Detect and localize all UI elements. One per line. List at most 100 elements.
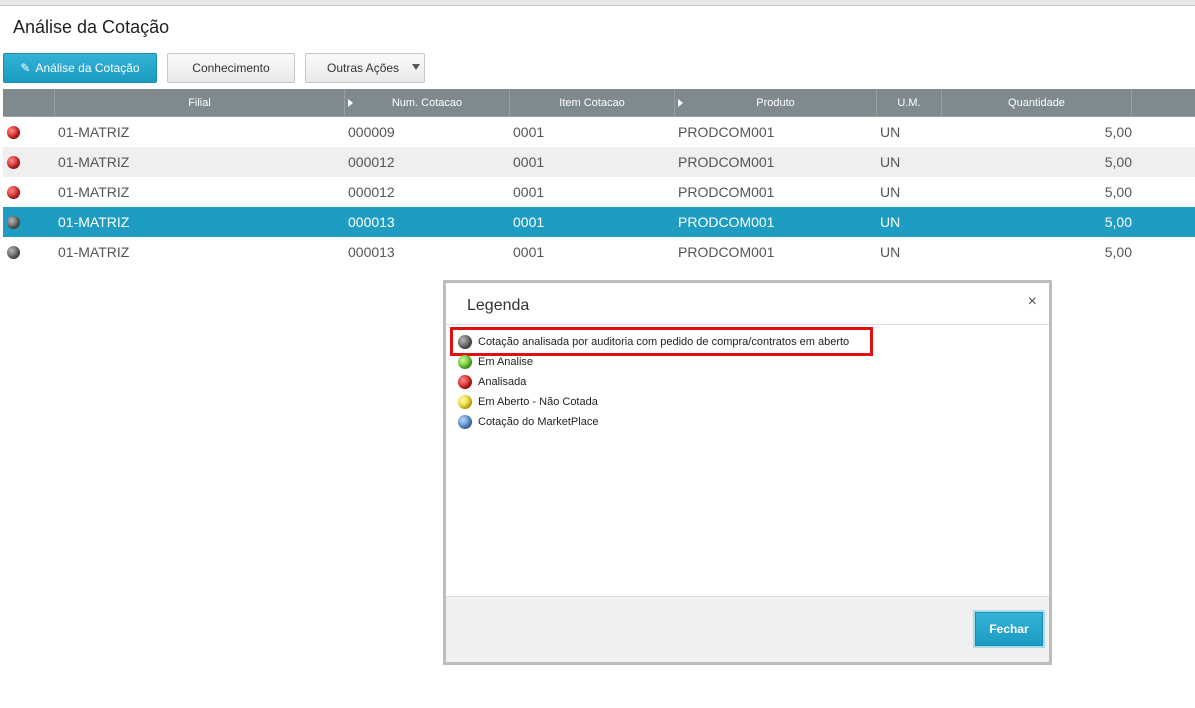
column-header-extra[interactable] [1132,89,1195,117]
red-status-icon [7,185,20,199]
status-cell [3,237,55,267]
filial-cell: 01-MATRIZ [58,184,130,200]
pencil-icon: ✎ [20,61,31,75]
legend-item-label: Em Analise [478,356,534,368]
outras-acoes-label: Outras Ações [327,61,400,75]
um-cell: UN [880,154,901,170]
item-cotacao-cell: 0001 [513,184,545,200]
produto-cell: PRODCOM001 [678,214,775,230]
legend-item-label: Cotação do MarketPlace [478,416,599,428]
um-cell: UN [880,184,901,200]
fechar-button[interactable]: Fechar [975,612,1043,646]
um-cell: UN [880,124,901,140]
caret-down-icon [412,64,420,70]
item-cotacao-cell: 0001 [513,124,545,140]
column-header-produto-label: Produto [756,97,795,109]
produto-cell: PRODCOM001 [678,184,775,200]
column-header-um[interactable]: U.M. [877,89,942,117]
blue-status-icon [458,415,472,429]
column-header-filial-label: Filial [188,97,211,109]
grid-body: 01-MATRIZ 000009 0001 PRODCOM001 UN 5,00 01-MA… [3,117,1195,267]
legend-item: Cotação do MarketPlace [458,412,849,432]
table-row[interactable]: 01-MATRIZ 000012 0001 PRODCOM001 UN 5,00 [3,177,1195,207]
extra-cell [1132,147,1195,177]
item-cotacao-cell: 0001 [513,244,545,260]
sort-arrow-icon [678,99,683,107]
cotacao-grid: Filial Num. Cotacao Item Cotacao Produto… [3,89,1195,267]
table-row[interactable]: 01-MATRIZ 000009 0001 PRODCOM001 UN 5,00 [3,117,1195,147]
um-cell: UN [880,214,901,230]
filial-cell: 01-MATRIZ [58,124,130,140]
legend-item-label: Analisada [478,376,527,388]
column-header-item-cotacao[interactable]: Item Cotacao [510,89,675,117]
item-cotacao-cell: 0001 [513,154,545,170]
legend-item: Analisada [458,372,849,392]
top-strip [0,0,1195,6]
status-cell [3,177,55,207]
analise-cotacao-label: Análise da Cotação [35,61,140,75]
num-cotacao-cell: 000012 [348,184,395,200]
column-header-quantidade[interactable]: Quantidade [942,89,1132,117]
num-cotacao-cell: 000012 [348,154,395,170]
extra-cell [1132,207,1195,237]
status-cell [3,147,55,177]
sort-arrow-icon [348,99,353,107]
page-title: Análise da Cotação [13,17,170,37]
legenda-dialog: Legenda × Cotação analisada por auditori… [443,280,1052,665]
table-row[interactable]: 01-MATRIZ 000013 0001 PRODCOM001 UN 5,00 [3,207,1195,237]
legend-list: Cotação analisada por auditoria com pedi… [458,332,849,432]
quantidade-cell: 5,00 [1104,154,1132,170]
filial-cell: 01-MATRIZ [58,244,130,260]
quantidade-cell: 5,00 [1104,184,1132,200]
outras-acoes-button[interactable]: Outras Ações [305,53,425,83]
legend-item: Cotação analisada por auditoria com pedi… [458,332,849,352]
dialog-title: Legenda [467,297,530,314]
quantidade-cell: 5,00 [1104,124,1132,140]
grey-status-icon [7,215,20,229]
analise-cotacao-button[interactable]: ✎ Análise da Cotação [3,53,157,83]
column-header-item-cotacao-label: Item Cotacao [559,97,625,109]
dialog-footer: Fechar [446,596,1049,662]
column-header-um-label: U.M. [897,97,921,109]
num-cotacao-cell: 000013 [348,244,395,260]
produto-cell: PRODCOM001 [678,154,775,170]
conhecimento-label: Conhecimento [192,61,270,75]
column-header-num-cotacao-label: Num. Cotacao [391,97,463,109]
item-cotacao-cell: 0001 [513,214,545,230]
extra-cell [1132,117,1195,147]
extra-cell [1132,237,1195,267]
red-status-icon [458,375,472,389]
column-header-status[interactable] [3,89,55,117]
um-cell: UN [880,244,901,260]
table-row[interactable]: 01-MATRIZ 000013 0001 PRODCOM001 UN 5,00 [3,237,1195,267]
num-cotacao-cell: 000013 [348,214,395,230]
close-icon[interactable]: × [1028,293,1037,311]
grey-status-icon [458,335,472,349]
grid-header: Filial Num. Cotacao Item Cotacao Produto… [3,89,1195,117]
column-header-produto[interactable]: Produto [675,89,877,117]
column-header-num-cotacao[interactable]: Num. Cotacao [345,89,510,117]
red-status-icon [7,125,20,139]
produto-cell: PRODCOM001 [678,244,775,260]
grey-status-icon [7,245,20,259]
conhecimento-button[interactable]: Conhecimento [167,53,295,83]
dialog-header: Legenda × [446,283,1049,325]
legend-item: Em Aberto - Não Cotada [458,392,849,412]
num-cotacao-cell: 000009 [348,124,395,140]
status-cell [3,117,55,147]
produto-cell: PRODCOM001 [678,124,775,140]
column-header-filial[interactable]: Filial [55,89,345,117]
filial-cell: 01-MATRIZ [58,214,130,230]
legend-item-label: Cotação analisada por auditoria com pedi… [478,336,850,348]
yellow-status-icon [458,395,472,409]
table-row[interactable]: 01-MATRIZ 000012 0001 PRODCOM001 UN 5,00 [3,147,1195,177]
legend-item: Em Analise [458,352,849,372]
quantidade-cell: 5,00 [1104,214,1132,230]
red-status-icon [7,155,20,169]
quantidade-cell: 5,00 [1104,244,1132,260]
column-header-quantidade-label: Quantidade [1008,97,1065,109]
filial-cell: 01-MATRIZ [58,154,130,170]
green-status-icon [458,355,472,369]
status-cell [3,207,55,237]
legend-item-label: Em Aberto - Não Cotada [478,396,598,408]
